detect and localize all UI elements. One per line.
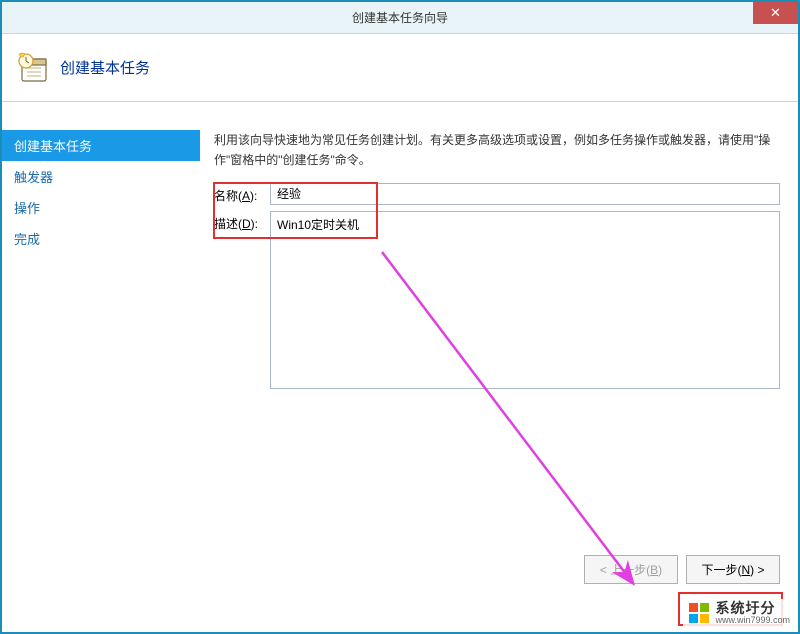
wizard-main: 利用该向导快速地为常见任务创建计划。有关更多高级选项或设置，例如多任务操作或触发… bbox=[200, 102, 798, 594]
name-input[interactable] bbox=[270, 183, 780, 205]
description-label: 描述(D): bbox=[214, 211, 270, 232]
wizard-header: 创建基本任务 bbox=[2, 34, 798, 102]
watermark: 系统圩分 www.win7999.com bbox=[683, 599, 794, 628]
description-textarea[interactable] bbox=[270, 211, 780, 389]
intro-text: 利用该向导快速地为常见任务创建计划。有关更多高级选项或设置，例如多任务操作或触发… bbox=[214, 130, 780, 171]
sidebar-step-finish[interactable]: 完成 bbox=[2, 223, 200, 254]
description-field-row: 描述(D): bbox=[214, 211, 780, 389]
window-title: 创建基本任务向导 bbox=[2, 9, 798, 26]
sidebar-item-label: 创建基本任务 bbox=[14, 139, 92, 154]
watermark-text: 系统圩分 bbox=[715, 601, 775, 616]
close-icon: ✕ bbox=[770, 5, 781, 21]
watermark-url: www.win7999.com bbox=[715, 616, 790, 626]
sidebar-step-action[interactable]: 操作 bbox=[2, 192, 200, 223]
title-bar: 创建基本任务向导 ✕ bbox=[2, 2, 798, 34]
back-button: < 上一步(B) bbox=[584, 555, 678, 584]
name-label: 名称(A): bbox=[214, 183, 270, 204]
windows-logo-icon bbox=[687, 601, 711, 625]
sidebar-item-label: 完成 bbox=[14, 232, 40, 247]
sidebar-step-trigger[interactable]: 触发器 bbox=[2, 161, 200, 192]
name-field-row: 名称(A): bbox=[214, 183, 780, 205]
sidebar-item-label: 操作 bbox=[14, 201, 40, 216]
sidebar-item-label: 触发器 bbox=[14, 170, 53, 185]
calendar-clock-icon bbox=[16, 51, 50, 85]
close-button[interactable]: ✕ bbox=[753, 2, 798, 24]
sidebar-step-create[interactable]: 创建基本任务 bbox=[2, 130, 200, 161]
next-button[interactable]: 下一步(N) > bbox=[686, 555, 780, 584]
wizard-title: 创建基本任务 bbox=[60, 57, 150, 78]
wizard-sidebar: 创建基本任务 触发器 操作 完成 bbox=[2, 102, 200, 594]
wizard-content: 创建基本任务 触发器 操作 完成 利用该向导快速地为常见任务创建计划。有关更多高… bbox=[2, 102, 798, 594]
wizard-footer: < 上一步(B) 下一步(N) > bbox=[584, 555, 780, 584]
